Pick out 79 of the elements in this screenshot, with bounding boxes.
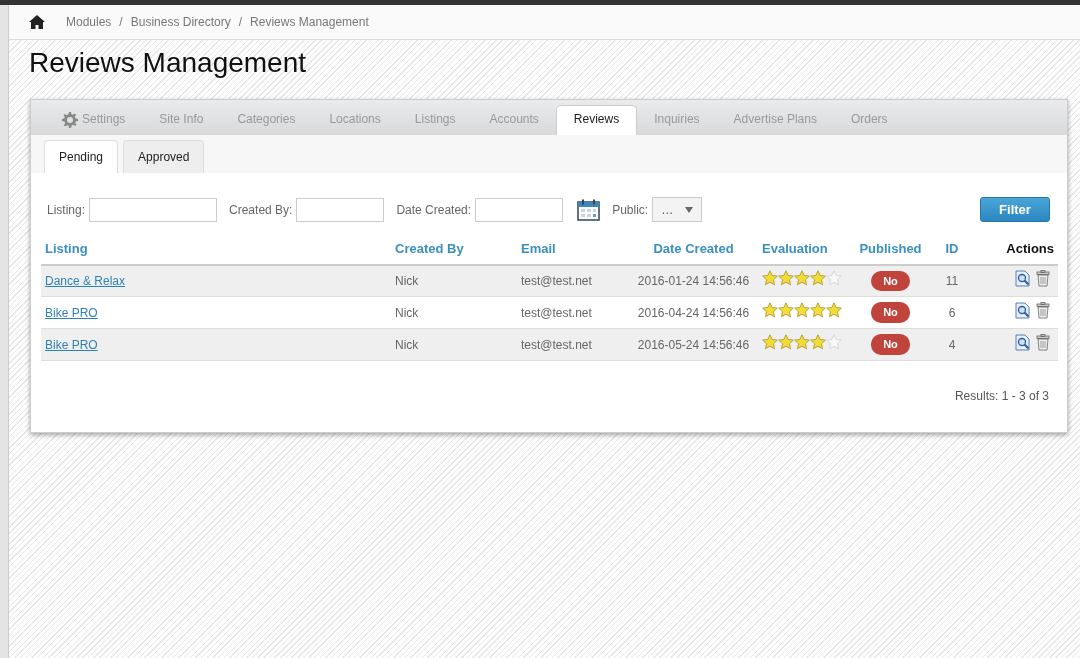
table-cell: 11 bbox=[928, 264, 976, 297]
sort-header-link[interactable]: ID bbox=[945, 241, 959, 256]
star-icon bbox=[778, 302, 794, 318]
star-icon bbox=[826, 302, 842, 318]
nav-tab[interactable]: Categories bbox=[220, 105, 313, 135]
sort-header-link[interactable]: Listing bbox=[45, 241, 88, 256]
table-cell: test@test.net bbox=[517, 296, 629, 329]
star-outline-icon bbox=[826, 270, 842, 287]
published-badge: No bbox=[871, 334, 910, 355]
table-cell: Nick bbox=[391, 264, 517, 297]
star-icon bbox=[794, 270, 810, 287]
table-cell: 2016-05-24 14:56:46 bbox=[629, 328, 758, 361]
breadcrumb-separator: / bbox=[119, 14, 123, 31]
nav-tab[interactable]: Reviews bbox=[555, 105, 638, 135]
business-name-link[interactable]: Bike PRO bbox=[45, 337, 98, 352]
caret-icon bbox=[685, 206, 694, 213]
table-cell: 4 bbox=[928, 328, 976, 361]
document-magnifier-icon[interactable] bbox=[1015, 269, 1031, 287]
calendar-icon[interactable] bbox=[577, 198, 601, 221]
input-field[interactable] bbox=[475, 197, 564, 222]
star-icon bbox=[810, 334, 826, 350]
filter-button[interactable]: Filter bbox=[980, 197, 1050, 222]
breadcrumb-separator: / bbox=[238, 14, 243, 31]
trash-icon[interactable] bbox=[1036, 269, 1050, 287]
nav-tab[interactable]: Locations bbox=[312, 105, 398, 135]
sort-header-link[interactable]: Date Created bbox=[653, 241, 734, 256]
public-select[interactable]: … bbox=[652, 197, 703, 222]
input-field[interactable] bbox=[89, 197, 218, 222]
published-badge: No bbox=[871, 270, 910, 291]
results-count: Results: 1 - 3 of 3 bbox=[953, 388, 1050, 405]
document-magnifier-icon[interactable] bbox=[1015, 301, 1031, 319]
filter-label: Public: bbox=[612, 201, 649, 219]
star-icon bbox=[794, 302, 810, 318]
input-field[interactable] bbox=[296, 197, 385, 222]
nav-tab[interactable]: Inquiries bbox=[637, 105, 717, 135]
nav-tab[interactable]: Listings bbox=[397, 105, 473, 135]
sort-header-link[interactable]: Evaluation bbox=[762, 241, 828, 256]
business-name-link[interactable]: Dance & Relax bbox=[45, 273, 126, 288]
sub-tab[interactable]: Pending bbox=[44, 140, 119, 173]
star-icon bbox=[778, 270, 794, 287]
trash-icon[interactable] bbox=[1036, 301, 1050, 319]
filter-label: Date Created: bbox=[396, 201, 472, 219]
star-icon bbox=[810, 270, 826, 287]
star-outline-icon bbox=[826, 334, 842, 350]
star-icon bbox=[794, 334, 810, 350]
filter-label: Listing: bbox=[47, 201, 86, 219]
sort-header-link[interactable]: Created By bbox=[395, 241, 464, 256]
star-icon bbox=[762, 334, 778, 350]
document-magnifier-icon[interactable] bbox=[1015, 333, 1031, 351]
table-cell: Nick bbox=[391, 296, 517, 329]
sub-tab[interactable]: Approved bbox=[123, 140, 205, 173]
published-badge: No bbox=[871, 302, 910, 323]
breadcrumb-link[interactable]: Modules bbox=[66, 13, 112, 31]
nav-tab[interactable]: Site Info bbox=[142, 105, 221, 135]
page-title: Reviews Management bbox=[29, 46, 308, 80]
nav-tab[interactable]: Advertise Plans bbox=[716, 105, 834, 135]
nav-tab[interactable]: Accounts bbox=[472, 105, 556, 135]
breadcrumb-current: Reviews Management bbox=[250, 14, 369, 31]
home-icon[interactable] bbox=[28, 14, 46, 30]
nav-tab[interactable]: Settings bbox=[45, 105, 143, 135]
star-icon bbox=[810, 302, 826, 318]
sort-header-link[interactable]: Email bbox=[521, 241, 556, 256]
filter-label: Created By: bbox=[229, 201, 293, 219]
business-name-link[interactable]: Bike PRO bbox=[45, 305, 98, 320]
star-icon bbox=[762, 270, 778, 287]
column-header: Actions bbox=[976, 234, 1058, 265]
table-cell: Nick bbox=[391, 328, 517, 361]
star-icon bbox=[778, 334, 794, 350]
star-icon bbox=[762, 302, 778, 318]
gear-icon bbox=[62, 112, 78, 128]
table-cell: test@test.net bbox=[517, 264, 629, 297]
nav-tab[interactable]: Orders bbox=[833, 105, 905, 135]
sort-header-link[interactable]: Published bbox=[859, 241, 922, 256]
table-cell: 2016-01-24 14:56:46 bbox=[629, 264, 758, 297]
table-cell: 6 bbox=[928, 296, 976, 329]
breadcrumb-link[interactable]: Business Directory bbox=[130, 13, 231, 31]
table-cell: test@test.net bbox=[517, 328, 629, 361]
trash-icon[interactable] bbox=[1036, 333, 1050, 351]
table-cell: 2016-04-24 14:56:46 bbox=[629, 296, 758, 329]
